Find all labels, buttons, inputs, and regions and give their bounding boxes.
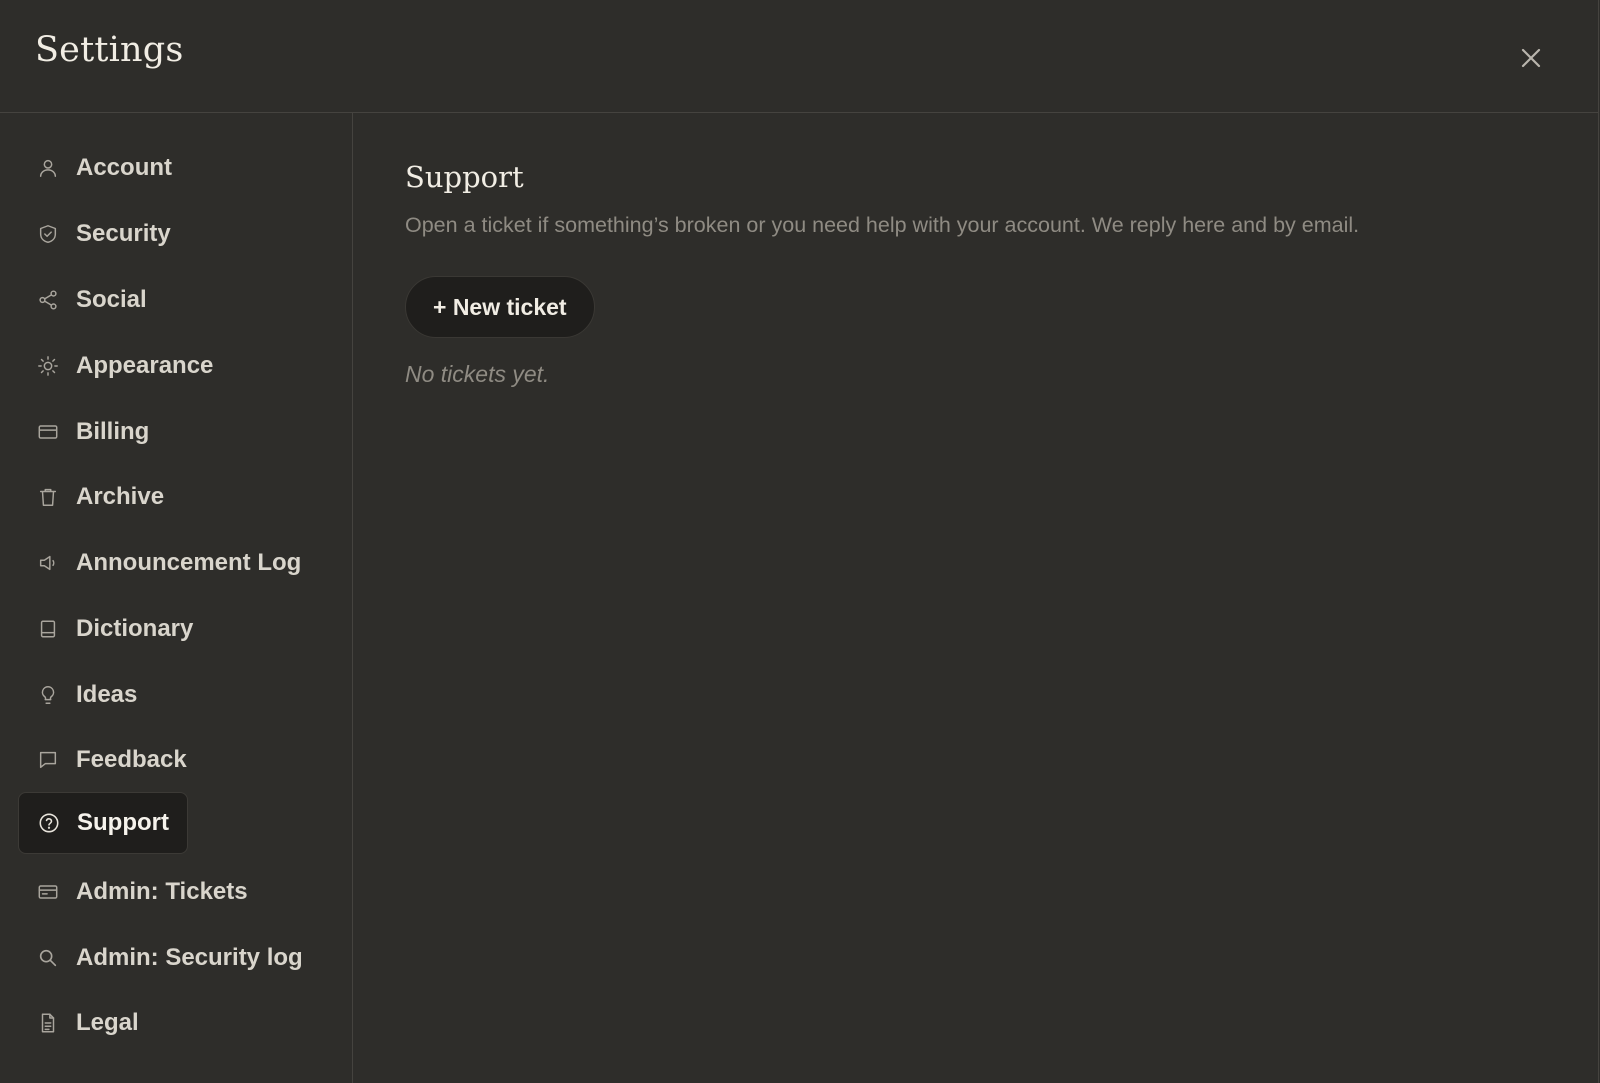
sidebar-item-feedback[interactable]: Feedback [18, 730, 205, 790]
new-ticket-button[interactable]: + New ticket [405, 276, 595, 338]
sidebar-item-label: Feedback [76, 746, 187, 773]
trash-icon [37, 486, 59, 508]
sidebar-item-label: Support [77, 809, 169, 836]
sidebar-item-label: Admin: Tickets [76, 878, 248, 905]
settings-sidebar: Account Security Social Appearance Billi [0, 113, 353, 1083]
sidebar-item-legal[interactable]: Legal [18, 993, 157, 1053]
shield-icon [37, 223, 59, 245]
section-description: Open a ticket if something’s broken or y… [405, 213, 1360, 237]
sidebar-item-label: Social [76, 286, 147, 313]
close-button[interactable] [1513, 40, 1549, 76]
settings-header: Settings [0, 0, 1598, 113]
sidebar-item-account[interactable]: Account [18, 138, 190, 198]
sidebar-item-appearance[interactable]: Appearance [18, 336, 231, 396]
sidebar-item-label: Announcement Log [76, 549, 302, 576]
empty-state-text: No tickets yet. [405, 361, 550, 387]
sidebar-item-security[interactable]: Security [18, 204, 189, 264]
sun-icon [37, 355, 59, 377]
sidebar-item-label: Admin: Security log [76, 944, 303, 971]
settings-window: Settings Account Security Social Appeara… [0, 0, 1599, 1083]
sidebar-item-admin-security-log[interactable]: Admin: Security log [18, 928, 321, 988]
section-title: Support [405, 160, 524, 194]
lightbulb-icon [37, 684, 59, 706]
window-title: Settings [35, 30, 184, 70]
help-circle-icon [38, 812, 60, 834]
credit-card-icon [37, 421, 59, 443]
document-icon [37, 1012, 59, 1034]
support-panel: Support Open a ticket if something’s bro… [353, 113, 1598, 1083]
sidebar-item-label: Legal [76, 1009, 139, 1036]
book-icon [37, 618, 59, 640]
sidebar-item-archive[interactable]: Archive [18, 467, 182, 527]
sidebar-item-ideas[interactable]: Ideas [18, 665, 155, 725]
sidebar-item-dictionary[interactable]: Dictionary [18, 599, 211, 659]
search-icon [37, 947, 59, 969]
sidebar-item-label: Security [76, 220, 171, 247]
sidebar-item-billing[interactable]: Billing [18, 402, 167, 462]
sidebar-item-admin-tickets[interactable]: Admin: Tickets [18, 862, 266, 922]
sidebar-item-label: Billing [76, 418, 150, 445]
sidebar-item-label: Archive [76, 483, 165, 510]
close-icon [1521, 48, 1541, 68]
sidebar-item-label: Ideas [76, 681, 138, 708]
sidebar-item-label: Dictionary [76, 615, 194, 642]
share-icon [37, 289, 59, 311]
message-icon [37, 749, 59, 771]
sidebar-item-label: Appearance [76, 352, 214, 379]
sidebar-item-social[interactable]: Social [18, 270, 165, 330]
sidebar-item-label: Account [76, 154, 172, 181]
sidebar-item-announcement-log[interactable]: Announcement Log [18, 533, 319, 593]
ticket-icon [37, 881, 59, 903]
sidebar-item-support[interactable]: Support [18, 792, 188, 854]
speaker-icon [37, 552, 59, 574]
person-icon [37, 157, 59, 179]
